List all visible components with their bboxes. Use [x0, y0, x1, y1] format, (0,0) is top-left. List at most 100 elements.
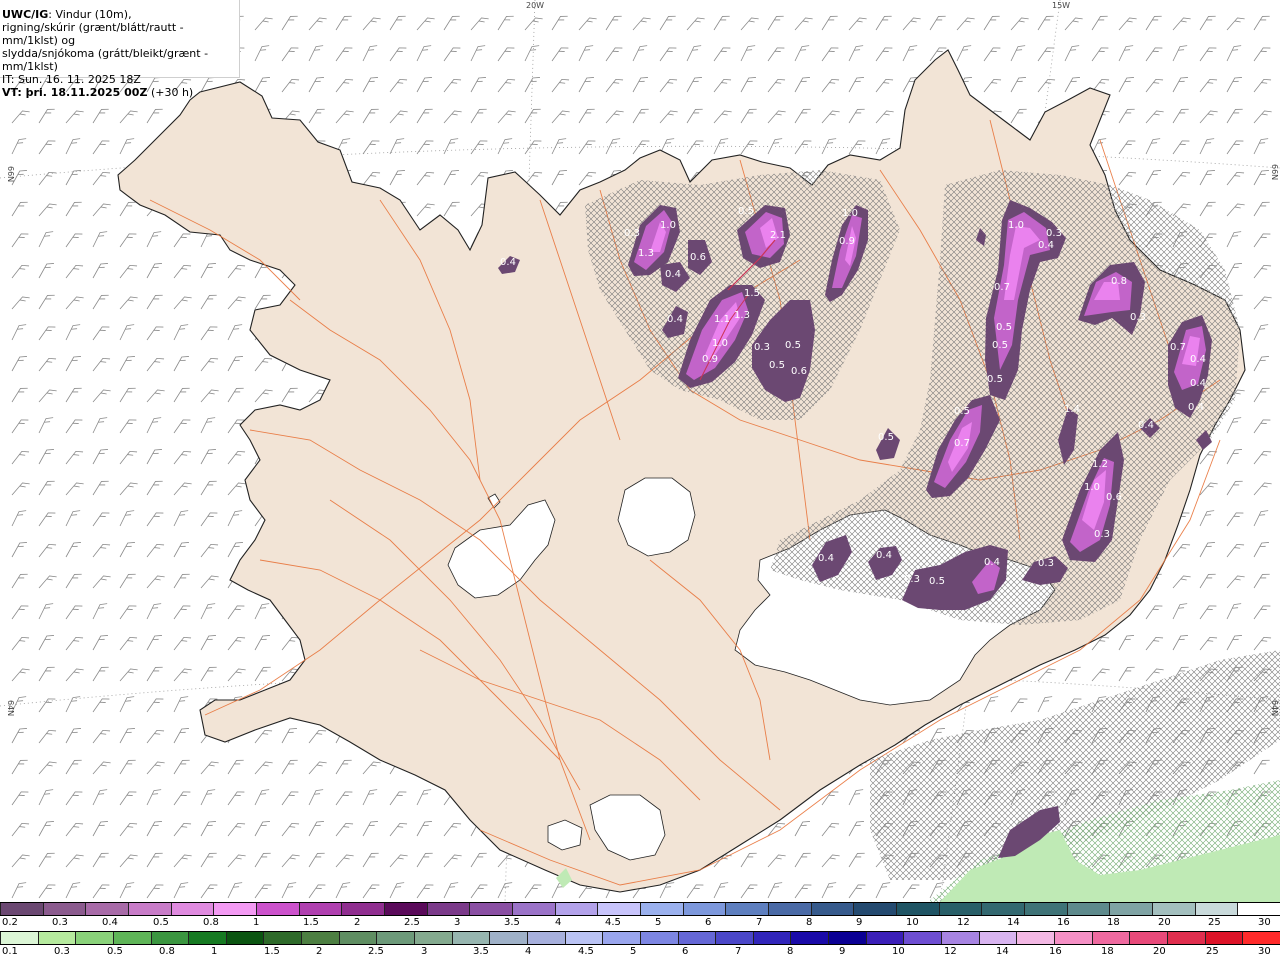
- legend-swatch: [978, 932, 1017, 944]
- initial-time: IT: Sun. 16. 11. 2025 18Z: [2, 73, 141, 86]
- legend-tick-label: 8: [806, 917, 813, 928]
- legend-swatch: [677, 932, 716, 944]
- rain-color-bar: [0, 931, 1280, 945]
- precip-value-label: 0.4: [876, 550, 892, 561]
- legend-tick-label: 2: [316, 946, 323, 957]
- legend-swatch: [1204, 932, 1243, 944]
- legend-swatch: [682, 903, 726, 915]
- legend-swatch: [810, 903, 854, 915]
- legend-tick-label: 5: [630, 946, 637, 957]
- legend-swatch: [938, 903, 982, 915]
- legend-swatch: [213, 903, 257, 915]
- precip-value-label: 1.4: [1064, 404, 1080, 415]
- legend-swatch: [1024, 903, 1067, 915]
- legend-tick-label: 1.5: [303, 917, 319, 928]
- legend-swatch: [256, 903, 299, 915]
- precip-value-label: 1.0: [712, 338, 728, 349]
- legend-tick-label: 14: [996, 946, 1009, 957]
- legend-swatch: [853, 903, 897, 915]
- legend-swatch: [1091, 932, 1130, 944]
- legend-tick-label: 0.3: [54, 946, 70, 957]
- precip-value-label: 0.6: [791, 366, 807, 377]
- legend-swatch: [752, 932, 791, 944]
- precip-value-label: 0.7: [1170, 342, 1186, 353]
- map-header: UWC/IG: Vindur (10m), rigning/skúrir (gr…: [0, 0, 240, 99]
- legend-tick-label: 12: [957, 917, 970, 928]
- legend-tick-label: 4.5: [605, 917, 621, 928]
- precip-value-label: 0.9: [702, 354, 718, 365]
- legend-tick-label: 2.5: [368, 946, 384, 957]
- legend-swatch: [1016, 932, 1054, 944]
- legend-tick-label: 4: [555, 917, 562, 928]
- precip-value-label: 0.5: [878, 432, 894, 443]
- legend-swatch: [554, 903, 598, 915]
- forecast-offset: (+30 h): [150, 86, 194, 99]
- precip-value-label: 0.4: [818, 553, 834, 564]
- legend-tick-label: 3: [454, 917, 461, 928]
- legend-tick-label: 3: [421, 946, 428, 957]
- legend-swatch: [1053, 932, 1092, 944]
- precip-value-label: 1.3: [638, 248, 654, 259]
- precip-value-label: 0.3: [754, 342, 770, 353]
- legend-swatch: [225, 932, 264, 944]
- precip-value-label: 0.5: [954, 406, 970, 417]
- precip-value-label: 1.2: [1092, 459, 1108, 470]
- legend-swatch: [414, 932, 452, 944]
- legend-swatch: [597, 903, 641, 915]
- legend-swatch: [564, 932, 603, 944]
- legend-swatch: [42, 903, 86, 915]
- precip-value-label: 1.5: [744, 288, 760, 299]
- legend-swatch: [715, 932, 753, 944]
- legend-swatch: [338, 932, 377, 944]
- legend-swatch: [828, 932, 866, 944]
- precip-value-label: 0.6: [690, 252, 706, 263]
- legend-tick-label: 25: [1208, 917, 1221, 928]
- legend-swatch: [301, 932, 339, 944]
- legend-tick-label: 1: [253, 917, 260, 928]
- precip-value-label: 2.1: [770, 230, 786, 241]
- legend-tick-label: 1: [211, 946, 218, 957]
- precip-value-label: 0.3: [624, 228, 640, 239]
- legend-swatch: [1194, 903, 1238, 915]
- precip-value-label: 0.5: [992, 340, 1008, 351]
- lon-15w-label: 15W: [1052, 1, 1070, 10]
- lat-66n-left-label: 66N: [6, 166, 15, 182]
- legend-tick-label: 20: [1153, 946, 1166, 957]
- legend-swatch: [150, 932, 189, 944]
- legend-swatch: [85, 903, 129, 915]
- precip-value-label: 0.4: [1190, 354, 1206, 365]
- legend-swatch: [489, 932, 527, 944]
- legend-tick-label: 0.3: [52, 917, 68, 928]
- legend-tick-label: 5: [655, 917, 662, 928]
- legend-tick-label: 12: [944, 946, 957, 957]
- precip-value-label: 0.7: [954, 438, 970, 449]
- legend-swatch: [639, 932, 678, 944]
- legend-swatch: [526, 932, 565, 944]
- legend-tick-label: 0.8: [203, 917, 219, 928]
- precip-value-label: 0.4: [500, 257, 516, 268]
- precip-value-label: 0.6: [1106, 492, 1122, 503]
- precip-value-label: 0.5: [785, 340, 801, 351]
- weather-map: 0.3 1.0 1.3 0.4 0.6 0.5 2.1 1.0 0.9 0.4 1.1 1.3 1.5 1…: [0, 0, 1280, 902]
- legend-swatch: [1166, 932, 1205, 944]
- legend-tick-label: 0.2: [2, 917, 18, 928]
- legend-swatch: [981, 903, 1025, 915]
- precip-value-label: 0.5: [738, 206, 754, 217]
- header-line-2: rigning/skúrir (grænt/blátt/rautt - mm/1…: [2, 21, 184, 47]
- precip-value-label: 0.3: [1038, 558, 1054, 569]
- snow-color-bar: [0, 902, 1280, 916]
- precip-value-label: 0.5: [996, 322, 1012, 333]
- legend-swatch: [0, 932, 38, 944]
- legend-tick-label: 0.4: [102, 917, 118, 928]
- legend-tick-label: 3.5: [504, 917, 520, 928]
- precip-value-label: 0.4: [1138, 420, 1154, 431]
- legend-tick-label: 3.5: [473, 946, 489, 957]
- legend-tick-label: 18: [1101, 946, 1114, 957]
- rain-tick-labels: 0.1 0.3 0.5 0.8 1 1.5 2 2.5 3 3.5 4 4.5 5 6 7 8 9 10 12 14 1…: [0, 945, 1280, 959]
- precip-value-label: 0.5: [929, 576, 945, 587]
- precip-value-label: 0.5: [987, 374, 1003, 385]
- legend-tick-label: 14: [1007, 917, 1020, 928]
- legend-tick-label: 9: [839, 946, 846, 957]
- lon-20w-label: 20W: [526, 1, 544, 10]
- precip-value-label: 0.7: [994, 282, 1010, 293]
